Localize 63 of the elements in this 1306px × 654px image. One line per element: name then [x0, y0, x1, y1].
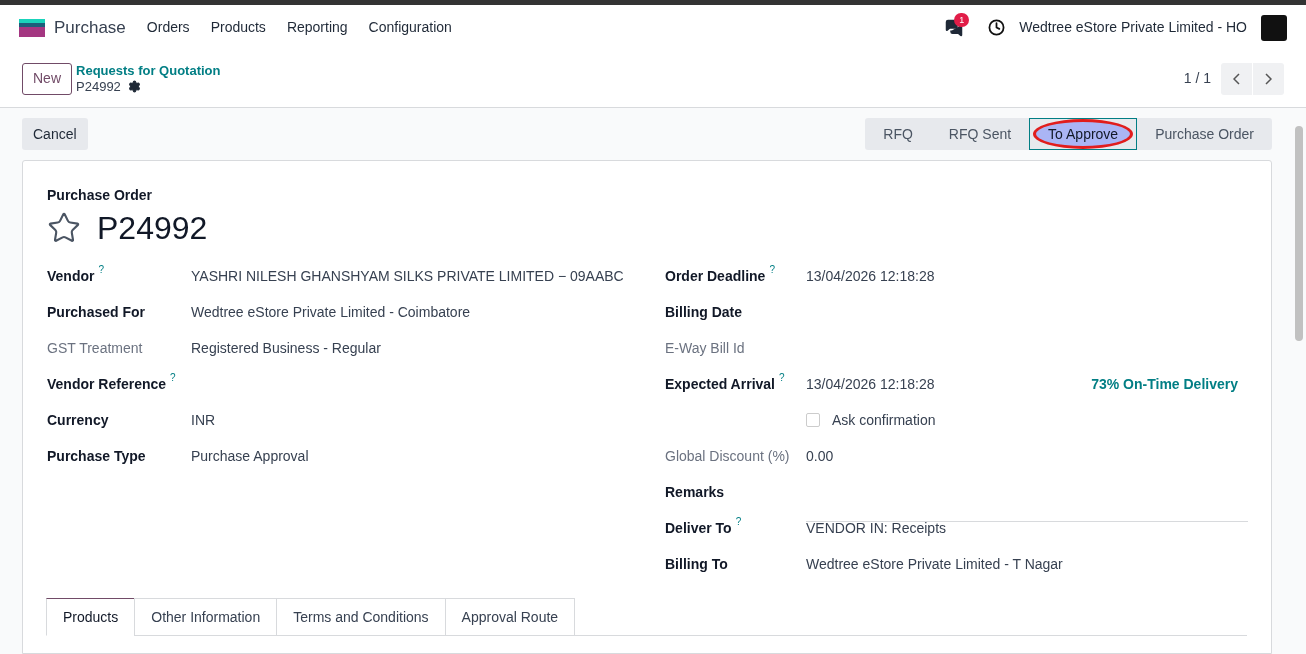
field-label: E-Way Bill Id — [665, 338, 745, 358]
checkbox[interactable] — [806, 413, 820, 427]
form-tab[interactable]: Approval Route — [444, 598, 576, 636]
field-label: Billing Date — [665, 302, 742, 322]
status-step[interactable]: RFQ — [865, 118, 931, 150]
clock-icon[interactable] — [988, 19, 1006, 36]
help-mark[interactable]: ? — [170, 369, 176, 385]
field-value[interactable]: Purchase Approval — [191, 445, 309, 467]
settings-icon[interactable] — [127, 80, 141, 93]
chevron-right-icon — [1265, 72, 1272, 85]
record-name: P24992 — [76, 78, 121, 95]
status-step[interactable]: RFQ Sent — [930, 118, 1030, 150]
field-value[interactable]: YASHRI NILESH GHANSHYAM SILKS PRIVATE LIMITED − 09AABC — [191, 265, 624, 287]
menu-item[interactable]: Products — [210, 17, 266, 38]
field-value[interactable]: 13/04/2026 12:18:28 — [806, 265, 935, 287]
cancel-button[interactable]: Cancel — [22, 118, 88, 150]
field-value[interactable]: Wedtree eStore Private Limited - Coimbatore — [191, 301, 471, 323]
notification-badge: 1 — [954, 12, 970, 27]
chevron-left-icon — [1233, 72, 1240, 85]
field-label: Expected Arrival — [665, 374, 775, 394]
field-value[interactable]: Registered Business - Regular — [191, 337, 381, 359]
app-logo-icon[interactable] — [19, 18, 45, 37]
field-value[interactable]: 13/04/2026 12:18:28 — [806, 373, 935, 395]
form-caption: Purchase Order — [47, 186, 154, 205]
on-time-delivery-link[interactable]: 73% On-Time Delivery — [1091, 373, 1238, 395]
record-title: P24992 — [97, 209, 208, 248]
checkbox-label: Ask confirmation — [832, 410, 936, 430]
scrollbar-thumb[interactable] — [1295, 126, 1303, 341]
help-mark[interactable]: ? — [98, 261, 105, 277]
field-value[interactable]: 0.00 — [806, 445, 834, 467]
field-label: Deliver To — [665, 518, 732, 538]
company-name[interactable]: Wedtree eStore Private Limited - HO — [1019, 17, 1247, 38]
help-mark[interactable]: ? — [779, 369, 785, 385]
menu-item[interactable]: Configuration — [368, 17, 452, 38]
help-mark[interactable]: ? — [769, 261, 775, 277]
pager-value: 1 / 1 — [1183, 69, 1211, 88]
field-label: Billing To — [665, 554, 728, 574]
field-label: GST Treatment — [47, 338, 143, 358]
breadcrumb-link[interactable]: Requests for Quotation — [76, 62, 221, 79]
field-label: Global Discount (%) — [665, 446, 790, 466]
form-tab[interactable]: Products — [46, 598, 136, 636]
field-label: Remarks — [665, 482, 725, 502]
field-label: Vendor — [47, 266, 95, 286]
field-label: Purchase Type — [47, 446, 146, 466]
previous-button[interactable] — [1221, 62, 1252, 95]
field-label: Vendor Reference — [47, 374, 167, 394]
help-mark[interactable]: ? — [735, 513, 742, 529]
status-step[interactable]: To Approve — [1029, 118, 1138, 150]
new-button[interactable]: New — [22, 62, 72, 95]
user-avatar[interactable] — [1261, 14, 1287, 41]
next-button[interactable] — [1253, 62, 1284, 95]
field-value[interactable]: INR — [191, 409, 216, 431]
field-label: Currency — [47, 410, 109, 430]
field-label: Purchased For — [47, 302, 146, 322]
field-value[interactable]: Wedtree eStore Private Limited - T Nagar — [806, 553, 1063, 575]
menu-item[interactable]: Reporting — [286, 17, 348, 38]
app-name[interactable]: Purchase — [54, 14, 126, 41]
field-value[interactable]: VENDOR IN: Receipts — [806, 517, 947, 539]
status-step[interactable]: Purchase Order — [1137, 118, 1272, 150]
favorite-star-icon[interactable] — [47, 211, 81, 245]
menu-item[interactable]: Orders — [146, 17, 190, 38]
form-tab[interactable]: Other Information — [134, 598, 278, 636]
field-label: Order Deadline — [665, 266, 766, 286]
